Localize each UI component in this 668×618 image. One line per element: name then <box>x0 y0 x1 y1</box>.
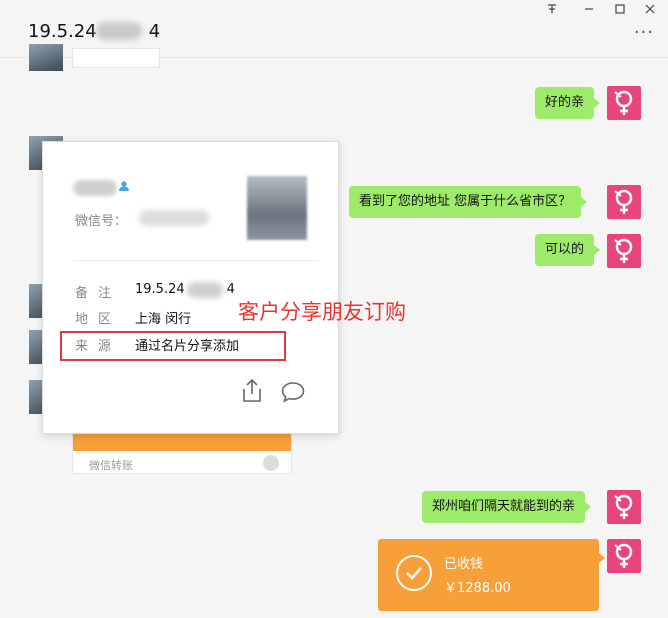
source-highlight-box <box>60 331 286 361</box>
wechat-id-label: 微信号： <box>75 214 128 229</box>
message-bubble[interactable]: 看到了您的地址 您属于什么省市区？ <box>349 186 588 218</box>
contact-avatar[interactable] <box>29 44 63 71</box>
more-options-icon[interactable]: ··· <box>634 24 654 42</box>
self-avatar[interactable] <box>607 86 641 120</box>
transfer-status: 已收钱 <box>444 557 484 572</box>
close-icon[interactable] <box>639 2 661 20</box>
pin-icon[interactable] <box>541 2 563 20</box>
partial-message-bubble <box>72 48 160 68</box>
check-circle-icon <box>396 555 432 591</box>
message-bubble[interactable]: 好的亲 <box>535 87 601 119</box>
maximize-icon[interactable] <box>609 2 631 20</box>
redacted-remark <box>187 282 223 298</box>
redacted-nickname <box>73 180 117 196</box>
share-icon[interactable] <box>240 378 264 404</box>
chat-bubble-icon[interactable] <box>280 380 306 404</box>
annotation-text: 客户分享朋友订购 <box>238 300 406 324</box>
transfer-received-card[interactable]: 已收钱 ￥1288.00 <box>378 539 605 611</box>
self-avatar[interactable] <box>607 490 641 524</box>
divider <box>73 260 319 261</box>
contact-profile-card: 微信号： 备注 19.5.24 4 地区 上海 闵行 来源 通过名片分享添加 <box>42 141 339 434</box>
region-label: 地区 <box>75 312 122 327</box>
contact-photo[interactable] <box>247 176 307 240</box>
self-avatar[interactable] <box>607 185 641 219</box>
message-bubble[interactable]: 郑州咱们隔天就能到的亲 <box>422 491 592 523</box>
remark-label: 备注 <box>75 286 122 301</box>
self-avatar[interactable] <box>607 539 641 573</box>
redacted-wechat-id <box>139 210 209 226</box>
redacted-name <box>96 22 142 40</box>
shield-icon <box>263 455 279 471</box>
region-value: 上海 闵行 <box>135 312 192 327</box>
user-icon <box>118 180 130 195</box>
transfer-amount: ￥1288.00 <box>444 581 511 596</box>
transfer-label: 微信转账 <box>89 459 133 472</box>
minimize-icon[interactable] <box>578 2 600 20</box>
self-avatar[interactable] <box>607 234 641 268</box>
message-bubble[interactable]: 可以的 <box>535 234 601 266</box>
